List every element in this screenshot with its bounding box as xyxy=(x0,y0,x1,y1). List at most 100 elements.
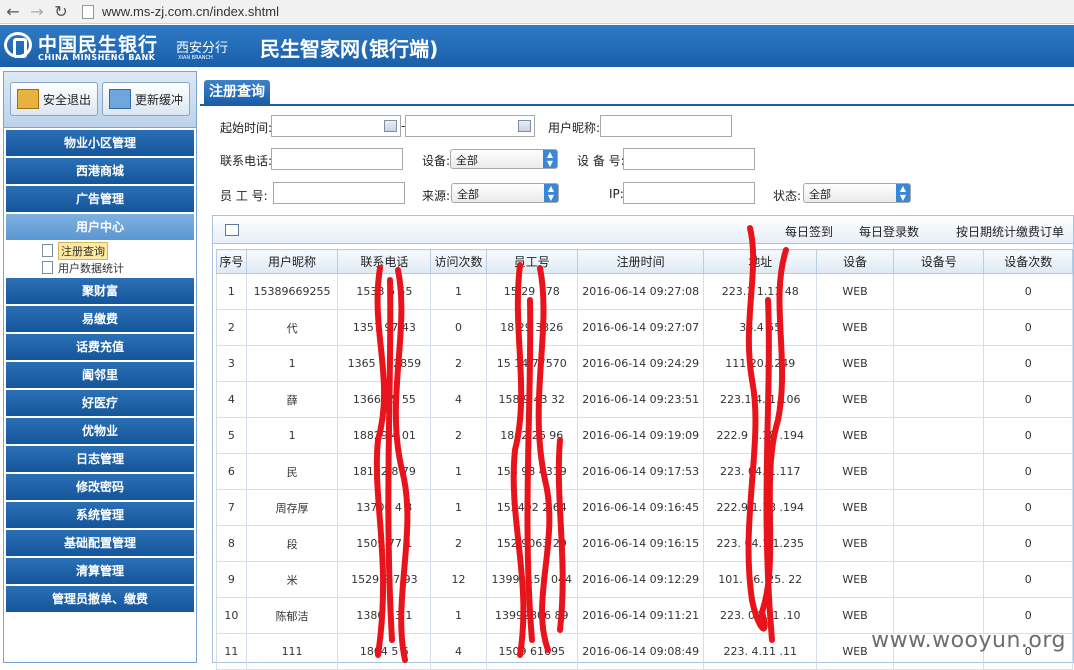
menu-item[interactable]: 西港商城 xyxy=(6,158,194,184)
sub-item-user-stats[interactable]: 用户数据统计 xyxy=(42,259,196,276)
column-header[interactable]: 设备次数 xyxy=(984,250,1073,274)
column-header[interactable]: 访问次数 xyxy=(431,250,486,274)
menu-item[interactable]: 日志管理 xyxy=(6,446,194,472)
table-cell xyxy=(894,274,984,310)
column-header[interactable]: 序号 xyxy=(217,250,247,274)
table-cell xyxy=(894,562,984,598)
browser-toolbar: ← → ↻ www.ms-zj.com.cn/index.shtml xyxy=(0,0,1074,24)
menu-item[interactable]: 系统管理 xyxy=(6,502,194,528)
table-row[interactable]: 6民18192 8 791158 98 43192016-06-14 09:17… xyxy=(217,454,1073,490)
table-cell: 1 xyxy=(431,454,486,490)
table-cell: 1509 61695 xyxy=(486,634,577,670)
column-header[interactable]: 地址 xyxy=(704,250,817,274)
registration-table: 序号用户昵称联系电话访问次数员工号注册时间地址设备设备号设备次数 1 153896… xyxy=(216,249,1073,670)
sub-item-register-query[interactable]: 注册查询 xyxy=(42,242,196,259)
menu-item[interactable]: 易缴费 xyxy=(6,306,194,332)
menu-item[interactable]: 阖邻里 xyxy=(6,362,194,388)
menu-item[interactable]: 话费充值 xyxy=(6,334,194,360)
table-cell: 0 xyxy=(984,454,1073,490)
source-label: 来源: xyxy=(422,187,450,204)
tab-register-query[interactable]: 注册查询 xyxy=(204,80,270,104)
fee-by-date-link[interactable]: 按日期统计缴费订单 xyxy=(956,223,1064,240)
daily-signin-link[interactable]: 每日签到 xyxy=(785,223,833,240)
table-cell: 代 xyxy=(246,310,338,346)
table-cell: 2016-06-14 09:24:29 xyxy=(577,346,703,382)
calendar-icon[interactable] xyxy=(384,120,397,132)
menu-item[interactable]: 修改密码 xyxy=(6,474,194,500)
select-arrows-icon: ▲▼ xyxy=(896,184,910,202)
table-cell: 18 29 3326 xyxy=(486,310,577,346)
column-header[interactable]: 联系电话 xyxy=(338,250,431,274)
table-row[interactable]: 2代1357 97 43018 29 33262016-06-14 09:27:… xyxy=(217,310,1073,346)
table-cell: 15389669255 xyxy=(246,274,338,310)
table-cell: 12 xyxy=(431,562,486,598)
table-row[interactable]: 7周存厚13700 4 31152492 2 642016-06-14 09:1… xyxy=(217,490,1073,526)
menu-item[interactable]: 管理员撤单、缴费 xyxy=(6,586,194,612)
logo-english: CHINA MINSHENG BANK xyxy=(38,53,156,62)
menu-item[interactable]: 基础配置管理 xyxy=(6,530,194,556)
table-row[interactable]: 5118829 4 0121862 26 962016-06-14 09:19:… xyxy=(217,418,1073,454)
table-row[interactable]: 311365 232859215 14 775702016-06-14 09:2… xyxy=(217,346,1073,382)
table-row[interactable]: 9米1529 9 7 931213991150 0442016-06-14 09… xyxy=(217,562,1073,598)
menu-item[interactable]: 清算管理 xyxy=(6,558,194,584)
ip-input[interactable] xyxy=(623,182,755,204)
calendar-icon[interactable] xyxy=(518,120,531,132)
table-cell xyxy=(894,346,984,382)
menu-item[interactable]: 优物业 xyxy=(6,418,194,444)
table-cell: 1380 13 1 xyxy=(338,598,431,634)
source-select[interactable]: 全部 ▲▼ xyxy=(451,183,559,203)
table-row[interactable]: 1153896692551538 6 55115 29 1782016-06-1… xyxy=(217,274,1073,310)
table-cell: WEB xyxy=(817,274,894,310)
table-cell: 2 xyxy=(431,346,486,382)
reload-icon[interactable]: ↻ xyxy=(50,1,72,23)
bank-logo-icon xyxy=(4,32,32,58)
table-cell: 5 xyxy=(217,418,247,454)
nickname-input[interactable] xyxy=(600,115,732,137)
column-header[interactable]: 设备 xyxy=(817,250,894,274)
column-header[interactable]: 用户昵称 xyxy=(246,250,338,274)
status-select[interactable]: 全部 ▲▼ xyxy=(803,183,911,203)
table-cell: 0 xyxy=(984,490,1073,526)
address-bar[interactable]: www.ms-zj.com.cn/index.shtml xyxy=(102,4,279,19)
table-cell: 1 xyxy=(431,598,486,634)
table-cell: 0 xyxy=(984,418,1073,454)
table-cell: 111 xyxy=(246,634,338,670)
start-time-input[interactable] xyxy=(271,115,401,137)
staff-no-input[interactable] xyxy=(273,182,405,204)
table-cell: 1538 6 55 xyxy=(338,274,431,310)
column-header[interactable]: 注册时间 xyxy=(577,250,703,274)
table-cell: WEB xyxy=(817,454,894,490)
device-select[interactable]: 全部 ▲▼ xyxy=(450,149,558,169)
menu-item[interactable]: 好医疗 xyxy=(6,390,194,416)
table-cell: WEB xyxy=(817,310,894,346)
end-time-input[interactable] xyxy=(405,115,535,137)
select-arrows-icon: ▲▼ xyxy=(543,150,557,168)
table-cell: 11 xyxy=(217,634,247,670)
daily-login-link[interactable]: 每日登录数 xyxy=(859,223,919,240)
menu-item[interactable]: 聚财富 xyxy=(6,278,194,304)
table-cell: 223. 4.11 .11 xyxy=(704,634,817,670)
table-cell: 0 xyxy=(984,274,1073,310)
phone-input[interactable] xyxy=(271,148,403,170)
menu-item[interactable]: 物业小区管理 xyxy=(6,130,194,156)
table-cell: 1 xyxy=(246,418,338,454)
source-select-value: 全部 xyxy=(457,188,479,201)
start-time-label: 起始时间: xyxy=(220,119,272,136)
table-cell: 13700 4 3 xyxy=(338,490,431,526)
column-header[interactable]: 员工号 xyxy=(486,250,577,274)
branch-name: 西安分行 xyxy=(176,37,228,56)
table-row[interactable]: 4薛1366 25 554158 9 43 322016-06-14 09:23… xyxy=(217,382,1073,418)
column-header[interactable]: 设备号 xyxy=(894,250,984,274)
menu-item-user-center[interactable]: 用户中心 xyxy=(6,214,194,240)
back-icon[interactable]: ← xyxy=(2,1,24,23)
device-no-input[interactable] xyxy=(623,148,755,170)
refresh-cache-button[interactable]: 更新缓冲 xyxy=(102,82,190,116)
table-cell: 1 xyxy=(431,274,486,310)
forward-icon[interactable]: → xyxy=(26,1,48,23)
table-cell: 18829 4 01 xyxy=(338,418,431,454)
table-row[interactable]: 8段1509 77 12152 9063 292016-06-14 09:16:… xyxy=(217,526,1073,562)
menu-item[interactable]: 广告管理 xyxy=(6,186,194,212)
table-cell: 9 xyxy=(217,562,247,598)
device-no-label: 设 备 号: xyxy=(577,152,625,169)
safe-exit-button[interactable]: 安全退出 xyxy=(10,82,98,116)
